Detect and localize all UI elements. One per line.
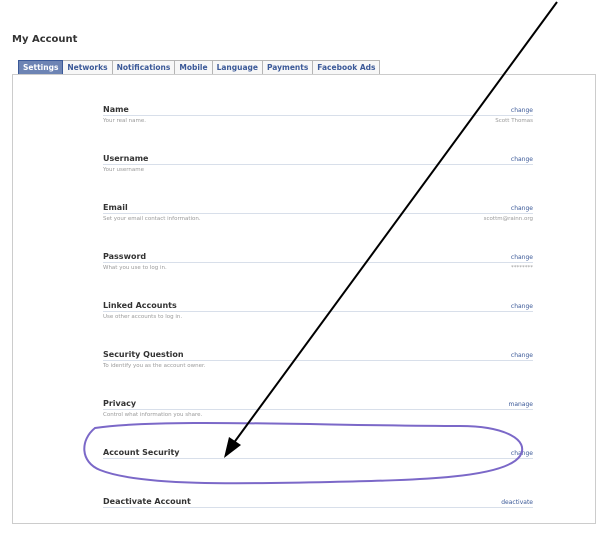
- setting-row-linked-accounts: Linked Accounts change Use other account…: [103, 301, 533, 350]
- settings-panel: Name change Your real name. Scott Thomas…: [12, 74, 596, 524]
- change-name-link[interactable]: change: [511, 107, 533, 114]
- setting-row-privacy: Privacy manage Control what information …: [103, 399, 533, 448]
- change-linked-accounts-link[interactable]: change: [511, 303, 533, 310]
- setting-row-name: Name change Your real name. Scott Thomas: [103, 105, 533, 154]
- change-username-link[interactable]: change: [511, 156, 533, 163]
- change-email-link[interactable]: change: [511, 205, 533, 212]
- settings-list: Name change Your real name. Scott Thomas…: [103, 105, 533, 546]
- setting-row-email: Email change Set your email contact info…: [103, 203, 533, 252]
- tab-facebook-ads[interactable]: Facebook Ads: [313, 60, 381, 74]
- tab-networks[interactable]: Networks: [63, 60, 113, 74]
- setting-description: Your username: [103, 167, 144, 173]
- setting-description: To identify you as the account owner.: [103, 363, 206, 369]
- setting-label: Deactivate Account: [103, 497, 191, 506]
- setting-value: Scott Thomas: [495, 118, 533, 124]
- deactivate-account-link[interactable]: deactivate: [501, 499, 533, 506]
- setting-row-deactivate: Deactivate Account deactivate: [103, 497, 533, 546]
- setting-label: Name: [103, 105, 129, 114]
- setting-label: Account Security: [103, 448, 180, 457]
- setting-description: Your real name.: [103, 118, 147, 124]
- setting-label: Linked Accounts: [103, 301, 177, 310]
- setting-description: Control what information you share.: [103, 412, 203, 418]
- setting-description: Use other accounts to log in.: [103, 314, 183, 320]
- setting-row-password: Password change What you use to log in. …: [103, 252, 533, 301]
- setting-label: Password: [103, 252, 147, 261]
- change-password-link[interactable]: change: [511, 254, 533, 261]
- tab-settings[interactable]: Settings: [18, 60, 64, 74]
- tab-notifications[interactable]: Notifications: [112, 60, 176, 74]
- setting-row-username: Username change Your username: [103, 154, 533, 203]
- page-title: My Account: [12, 34, 78, 45]
- tab-language[interactable]: Language: [212, 60, 263, 74]
- change-account-security-link[interactable]: change: [511, 450, 533, 457]
- setting-row-security-question: Security Question change To identify you…: [103, 350, 533, 399]
- setting-row-account-security: Account Security change: [103, 448, 533, 497]
- setting-label: Username: [103, 154, 149, 163]
- setting-label: Email: [103, 203, 128, 212]
- tab-payments[interactable]: Payments: [262, 60, 314, 74]
- tab-mobile[interactable]: Mobile: [175, 60, 213, 74]
- change-security-question-link[interactable]: change: [511, 352, 533, 359]
- manage-privacy-link[interactable]: manage: [508, 401, 533, 408]
- setting-description: Set your email contact information.: [103, 216, 201, 222]
- account-tabs: Settings Networks Notifications Mobile L…: [18, 60, 381, 74]
- setting-description: What you use to log in.: [103, 265, 167, 271]
- setting-value: ********: [511, 265, 533, 271]
- setting-value: scottm@rainn.org: [483, 216, 533, 222]
- setting-label: Security Question: [103, 350, 184, 359]
- setting-label: Privacy: [103, 399, 137, 408]
